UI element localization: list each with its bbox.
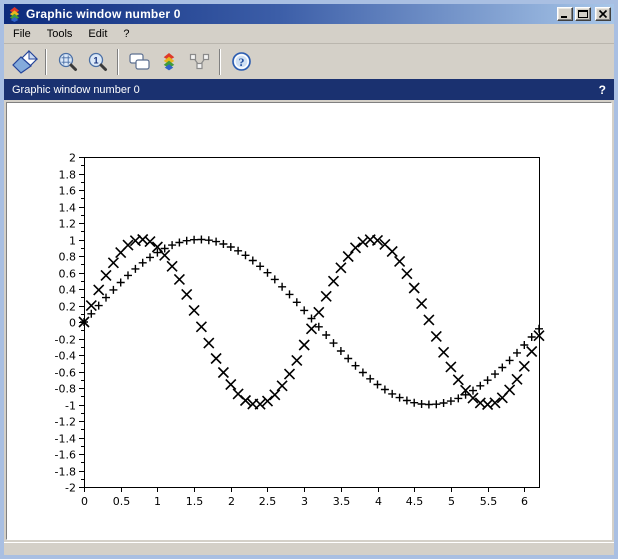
toolbar: 1 (4, 43, 614, 79)
svg-text:1.6: 1.6 (59, 185, 77, 198)
scilab-app-icon (7, 7, 22, 22)
svg-text:-1.8: -1.8 (55, 466, 76, 479)
svg-text:-0.6: -0.6 (55, 367, 76, 380)
scilab-diamond-icon (160, 53, 178, 71)
minimize-button[interactable] (557, 7, 573, 21)
svg-text:4.5: 4.5 (406, 495, 424, 508)
minimize-icon (559, 9, 571, 19)
svg-text:-2: -2 (65, 482, 76, 495)
menu-edit[interactable]: Edit (88, 26, 115, 42)
toolbar-separator (45, 49, 47, 75)
svg-text:5: 5 (448, 495, 455, 508)
close-button[interactable] (595, 7, 611, 21)
menu-bar: File Tools Edit ? (4, 24, 614, 43)
svg-text:1: 1 (154, 495, 161, 508)
svg-text:2: 2 (228, 495, 235, 508)
svg-text:0: 0 (69, 317, 76, 330)
info-bar: Graphic window number 0 ? (4, 79, 614, 100)
svg-text:0.8: 0.8 (59, 251, 77, 264)
graphic-window: Graphic window number 0 File Tools Edit … (0, 0, 618, 559)
svg-text:0.2: 0.2 (59, 301, 77, 314)
zoom-area-icon (57, 51, 78, 72)
svg-text:-1.6: -1.6 (55, 449, 76, 462)
svg-text:?: ? (238, 55, 244, 69)
menu-file[interactable]: File (13, 26, 39, 42)
svg-text:1.5: 1.5 (186, 495, 204, 508)
svg-text:0.6: 0.6 (59, 268, 77, 281)
help-button[interactable]: ? (226, 48, 256, 76)
series-sin(x) (80, 236, 543, 409)
info-bar-help[interactable]: ? (599, 83, 606, 97)
export-icon (12, 50, 38, 74)
svg-text:6: 6 (521, 495, 528, 508)
window-controls (557, 7, 611, 21)
export-plot-button[interactable] (10, 48, 40, 76)
svg-text:3.5: 3.5 (333, 495, 351, 508)
svg-text:1: 1 (93, 56, 98, 66)
svg-text:2: 2 (69, 152, 76, 165)
node-link-icon (189, 53, 210, 71)
svg-text:0.5: 0.5 (113, 495, 131, 508)
plot-canvas[interactable]: 0 0.5 1 1.5 2 2.5 3 3.5 4 4.5 5 5.5 6 2 1.8 1.6 1.4 1.2 1 0… (6, 102, 612, 540)
status-bar (4, 542, 614, 555)
svg-text:1.4: 1.4 (59, 202, 77, 215)
original-view-button[interactable]: 1 (82, 48, 112, 76)
svg-text:4: 4 (375, 495, 382, 508)
svg-text:5.5: 5.5 (480, 495, 498, 508)
svg-text:1.2: 1.2 (59, 218, 77, 231)
svg-text:-0.4: -0.4 (55, 350, 76, 363)
title-bar[interactable]: Graphic window number 0 (4, 4, 614, 24)
windows-icon (128, 52, 151, 71)
plot-svg: 0 0.5 1 1.5 2 2.5 3 3.5 4 4.5 5 5.5 6 2 1.8 1.6 1.4 1.2 1 0… (7, 103, 611, 539)
svg-text:-0.2: -0.2 (55, 334, 76, 347)
svg-text:1.8: 1.8 (59, 169, 77, 182)
info-bar-title: Graphic window number 0 (12, 84, 140, 96)
menu-tools[interactable]: Tools (47, 26, 81, 42)
svg-text:3: 3 (301, 495, 308, 508)
toolbar-separator (117, 49, 119, 75)
svg-text:2.5: 2.5 (259, 495, 277, 508)
graphics-editor-button[interactable] (154, 48, 184, 76)
zoom-reset-icon: 1 (87, 51, 108, 72)
datatips-button[interactable] (184, 48, 214, 76)
zoom-area-button[interactable] (52, 48, 82, 76)
menu-help[interactable]: ? (123, 26, 137, 42)
svg-text:0: 0 (81, 495, 88, 508)
help-icon: ? (231, 51, 252, 72)
svg-text:-1.4: -1.4 (55, 433, 76, 446)
svg-text:-0.8: -0.8 (55, 383, 76, 396)
toolbar-separator (219, 49, 221, 75)
close-icon (597, 9, 609, 19)
svg-text:1: 1 (69, 235, 76, 248)
figure-dialogs-button[interactable] (124, 48, 154, 76)
svg-text:-1.2: -1.2 (55, 416, 76, 429)
maximize-button[interactable] (575, 7, 591, 21)
window-title: Graphic window number 0 (26, 7, 553, 21)
svg-text:0.4: 0.4 (59, 284, 77, 297)
svg-text:-1: -1 (65, 400, 76, 413)
axes (79, 158, 540, 493)
maximize-icon (577, 9, 589, 19)
